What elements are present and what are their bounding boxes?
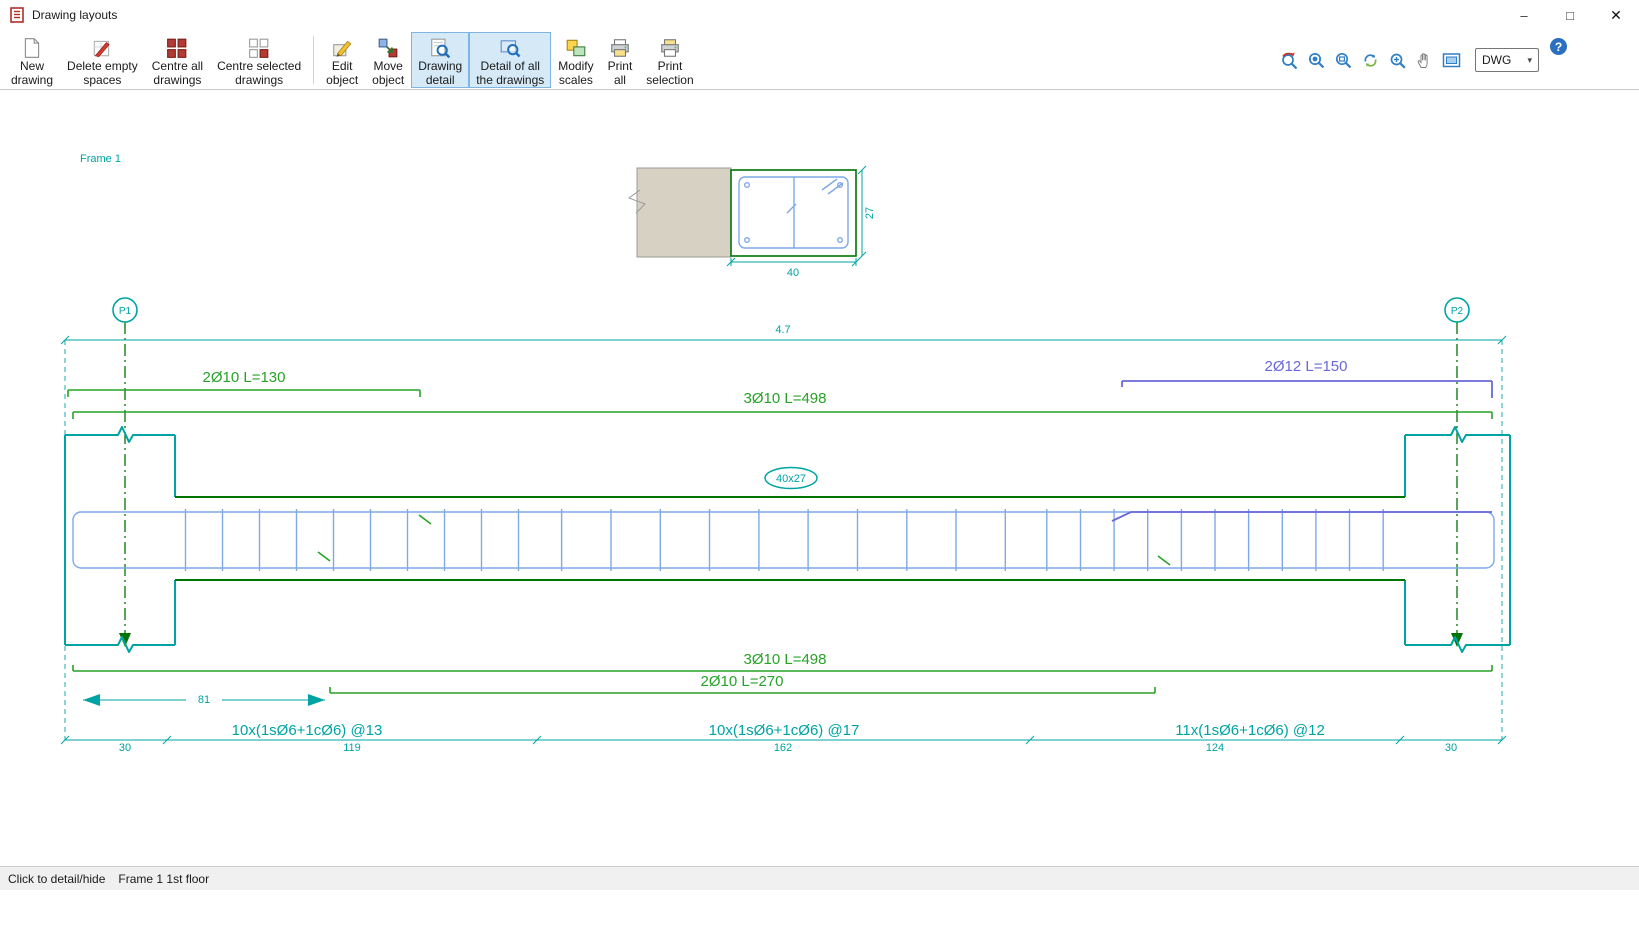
- centre-all-drawings-icon: [166, 37, 188, 59]
- window-title: Drawing layouts: [32, 8, 118, 22]
- toolbar-separator: [313, 36, 315, 84]
- app-window: Drawing layouts – □ ✕ New drawing Delete e…: [0, 0, 1639, 930]
- centre-selected-drawings-icon: [248, 37, 270, 59]
- stirrup-distribution-dimension: 10x(1sØ6+1cØ6) @13 10x(1sØ6+1cØ6) @17 11…: [60, 722, 1507, 754]
- zoom-realtime-icon[interactable]: [1386, 49, 1408, 71]
- zoom-extents-icon[interactable]: [1305, 49, 1327, 71]
- top-bar-callout-3[interactable]: 3Ø10 L=498: [72, 390, 1493, 419]
- zone-3-length: 124: [1206, 742, 1224, 754]
- zone-1-length: 119: [343, 742, 361, 754]
- move-object-icon: [377, 37, 399, 59]
- delete-empty-spaces-icon: [91, 37, 113, 59]
- toolbar-button-centre-all-drawings[interactable]: Centre all drawings: [145, 32, 210, 88]
- drawing-detail-icon: [429, 37, 451, 59]
- toolbar-button-new-drawing[interactable]: New drawing: [4, 32, 60, 88]
- span-dim-label: 4.7: [775, 324, 790, 336]
- toolbar-button-edit-object[interactable]: Edit object: [319, 32, 365, 88]
- top-bar-2-label: 2Ø12 L=150: [1265, 358, 1348, 375]
- bottom-bar-callout-1[interactable]: 3Ø10 L=498: [72, 651, 1493, 672]
- arrow-right: [308, 694, 325, 706]
- section-height-dim: 27: [864, 207, 876, 219]
- view-icons: [1278, 49, 1462, 71]
- pan-icon[interactable]: [1413, 49, 1435, 71]
- status-hint: Click to detail/hide: [8, 871, 106, 886]
- concrete-block: [636, 167, 732, 258]
- longitudinal-cage: [72, 511, 1495, 569]
- top-bar-2-in-beam: [1111, 511, 1492, 522]
- arrow-left: [83, 694, 100, 706]
- toolbar-button-move-object[interactable]: Move object: [365, 32, 411, 88]
- stirrup-cage[interactable]: [72, 509, 1495, 571]
- zoom-window-icon[interactable]: [1332, 49, 1354, 71]
- toolbar-button-drawing-detail[interactable]: Drawing detail: [411, 32, 470, 88]
- print-selection-icon: [659, 37, 681, 59]
- span-dimension: 4.7: [60, 324, 1507, 345]
- support-p1: P1: [112, 297, 138, 323]
- top-bar-callout-1[interactable]: 2Ø10 L=130: [67, 369, 421, 397]
- redraw-icon[interactable]: [1359, 49, 1381, 71]
- format-dropdown[interactable]: DWG ▾: [1475, 48, 1539, 72]
- bottom-filler: [0, 890, 1639, 930]
- support-p1-label: P1: [119, 306, 132, 317]
- toolbar-button-print-all[interactable]: Print all: [601, 32, 640, 88]
- app-icon: [9, 7, 25, 23]
- chevron-down-icon: ▾: [1527, 54, 1532, 65]
- drawing-svg[interactable]: Frame 1 40 27 P1 P2 4.7 2Ø10 L=130 2Ø12 …: [0, 90, 1639, 866]
- modify-scales-icon: [565, 37, 587, 59]
- bar-end-mark: [317, 551, 331, 562]
- new-drawing-icon: [21, 37, 43, 59]
- bar-end-mark: [1157, 555, 1171, 566]
- window-controls: – □ ✕: [1501, 0, 1639, 30]
- beam-outline[interactable]: [64, 426, 1511, 653]
- anchorage-dim-label: 81: [198, 694, 210, 706]
- bar-end-mark: [418, 514, 432, 525]
- bottom-bar-2-label: 2Ø10 L=270: [701, 673, 784, 690]
- stirrup-zone-1-label: 10x(1sØ6+1cØ6) @13: [232, 722, 383, 739]
- full-window-icon[interactable]: [1440, 49, 1462, 71]
- top-bar-callout-2[interactable]: 2Ø12 L=150: [1121, 358, 1493, 398]
- toolbar-button-detail-of-all-the-drawings[interactable]: Detail of all the drawings: [469, 32, 552, 88]
- left-support-dim: 30: [119, 742, 131, 754]
- minimize-button[interactable]: –: [1501, 0, 1547, 30]
- zoom-previous-icon[interactable]: [1278, 49, 1300, 71]
- title-bar: Drawing layouts – □ ✕: [0, 0, 1639, 30]
- section-width-dim: 40: [787, 267, 799, 279]
- top-bar-1-label: 2Ø10 L=130: [203, 369, 286, 386]
- close-button[interactable]: ✕: [1593, 0, 1639, 30]
- zone-2-length: 162: [774, 742, 792, 754]
- stirrups: [184, 509, 1384, 571]
- right-support-dim: 30: [1445, 742, 1457, 754]
- frame-label: Frame 1: [80, 153, 121, 165]
- status-context: Frame 1 1st floor: [118, 871, 210, 886]
- beam-size-label: 40x27: [776, 473, 806, 485]
- cross-section-detail[interactable]: 40 27: [627, 165, 876, 279]
- toolbar-buttons: New drawing Delete empty spaces Centre all dr…: [4, 32, 701, 88]
- bottom-bar-callout-2[interactable]: 2Ø10 L=270: [329, 673, 1156, 694]
- toolbar: New drawing Delete empty spaces Centre all dr…: [0, 30, 1639, 90]
- print-all-icon: [609, 37, 631, 59]
- drawing-canvas[interactable]: Frame 1 40 27 P1 P2 4.7 2Ø10 L=130 2Ø12 …: [0, 90, 1639, 866]
- anchorage-dimension: 81: [83, 691, 325, 706]
- toolbar-button-modify-scales[interactable]: Modify scales: [551, 32, 600, 88]
- support-p2-label: P2: [1451, 306, 1464, 317]
- status-bar: Click to detail/hide Frame 1 1st floor: [0, 866, 1639, 890]
- detail-of-all-icon: [499, 37, 521, 59]
- toolbar-button-delete-empty-spaces[interactable]: Delete empty spaces: [60, 32, 145, 88]
- top-bar-3-label: 3Ø10 L=498: [744, 390, 827, 407]
- support-p2: P2: [1444, 297, 1470, 323]
- view-toolbar: DWG ▾: [1278, 32, 1635, 88]
- bottom-bar-1-label: 3Ø10 L=498: [744, 651, 827, 668]
- toolbar-button-centre-selected-drawings[interactable]: Centre selected drawings: [210, 32, 308, 88]
- help-icon[interactable]: ?: [1550, 38, 1567, 55]
- maximize-button[interactable]: □: [1547, 0, 1593, 30]
- stirrup-zone-2-label: 10x(1sØ6+1cØ6) @17: [709, 722, 860, 739]
- stirrup-zone-3-label: 11x(1sØ6+1cØ6) @12: [1175, 722, 1325, 739]
- edit-object-icon: [331, 37, 353, 59]
- toolbar-button-print-selection[interactable]: Print selection: [639, 32, 700, 88]
- beam-size-badge[interactable]: 40x27: [764, 466, 818, 490]
- format-dropdown-value: DWG: [1482, 53, 1512, 67]
